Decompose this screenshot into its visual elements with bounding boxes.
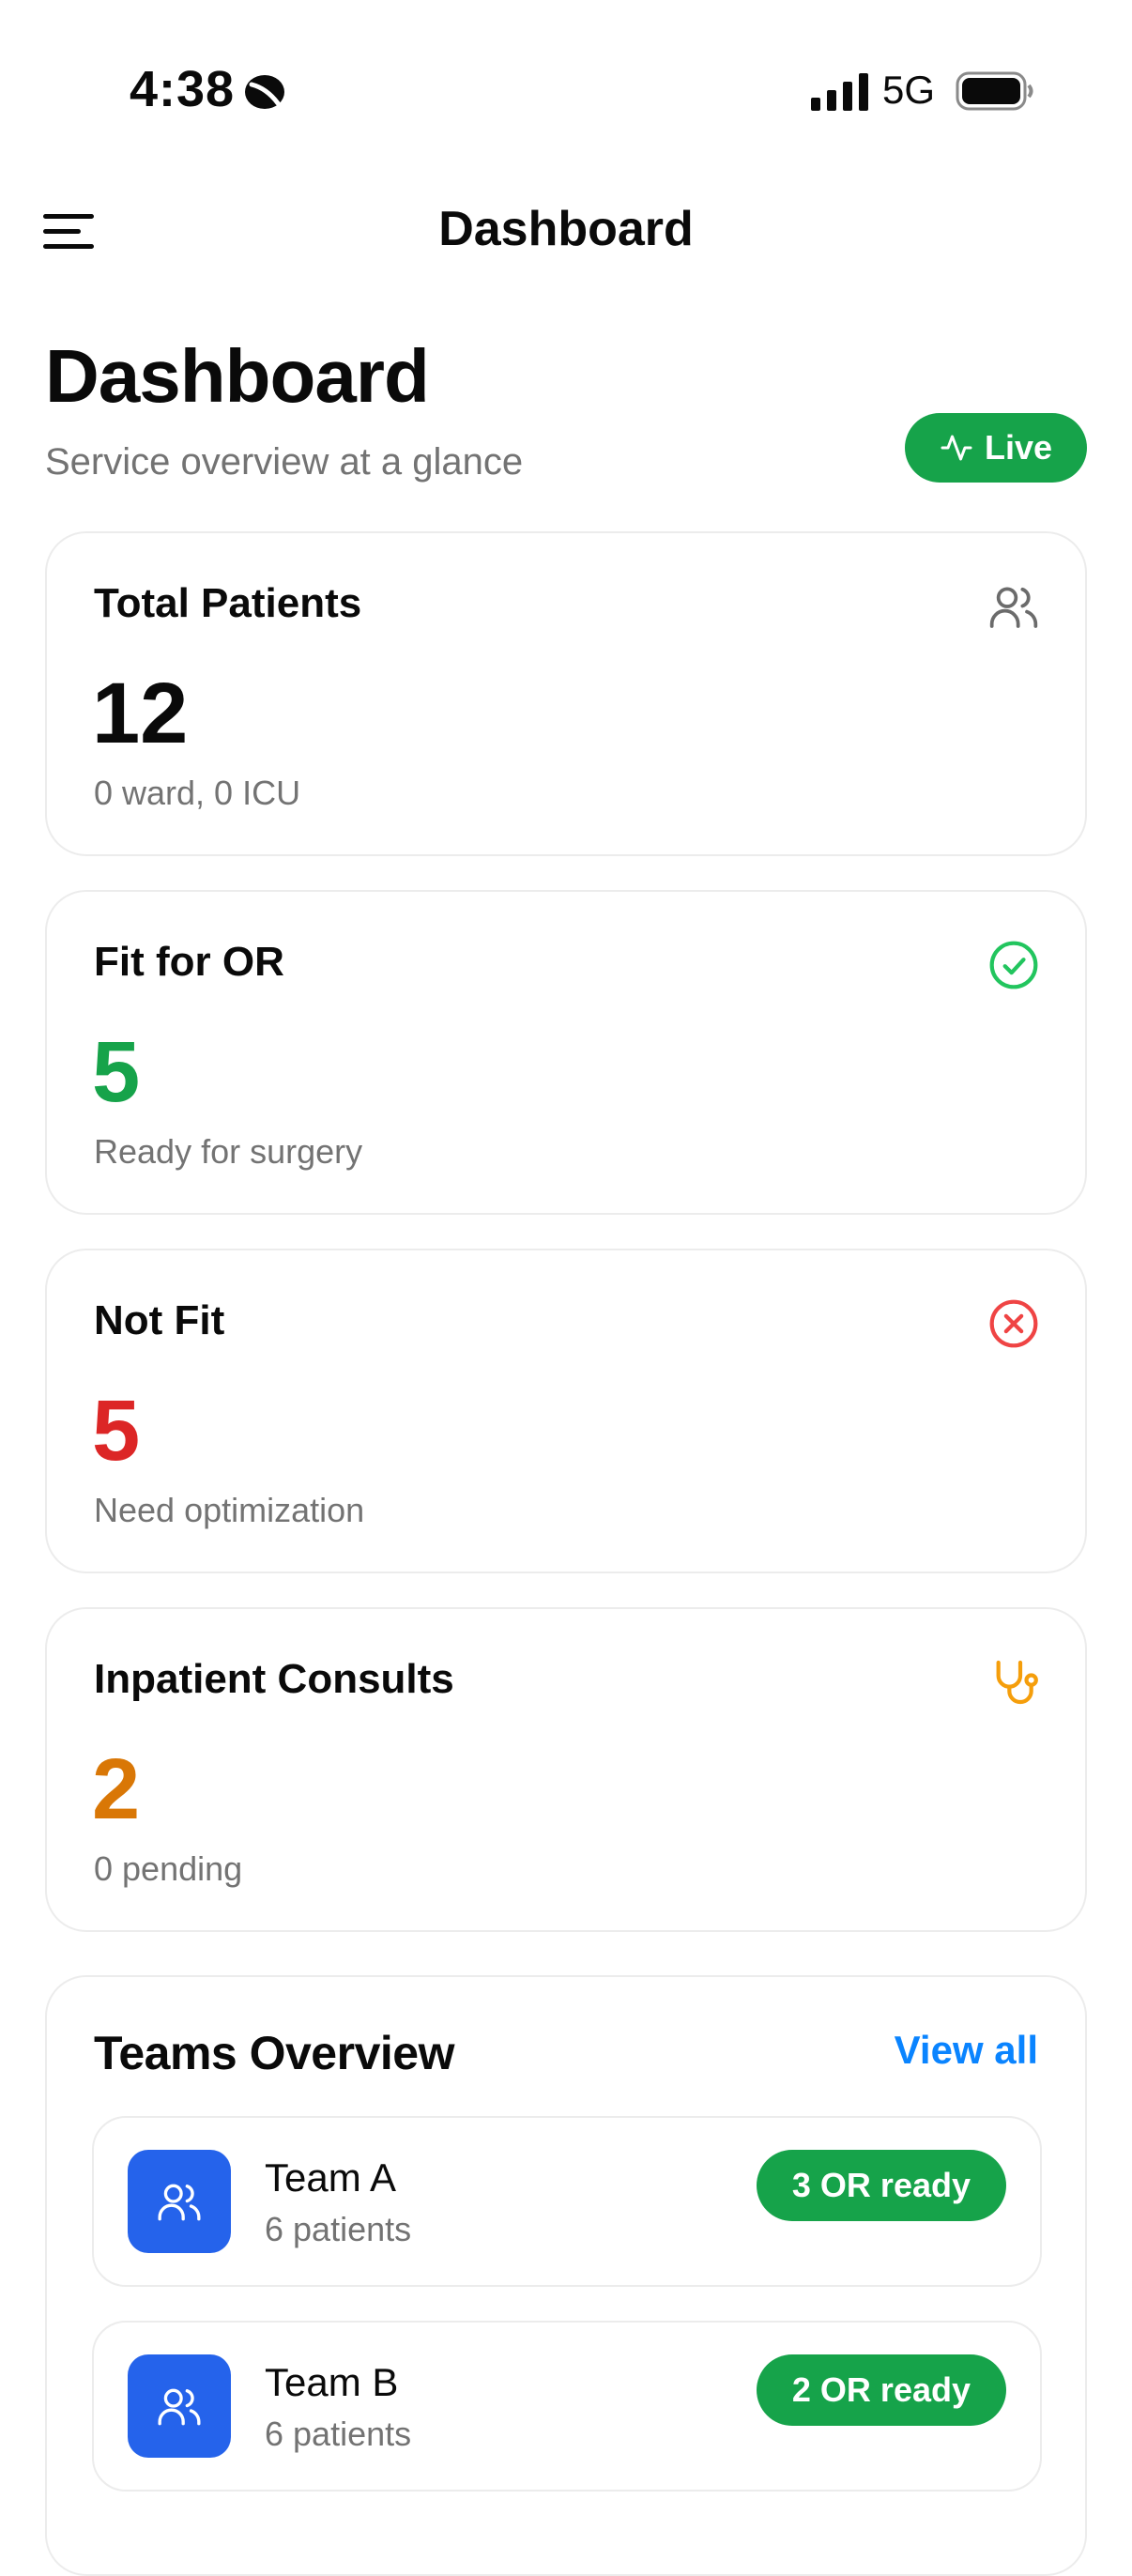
teams-title: Teams Overview (94, 2027, 454, 2079)
or-ready-badge: 3 OR ready (756, 2150, 1006, 2221)
network-label: 5G (882, 68, 936, 112)
live-label: Live (984, 428, 1053, 467)
team-avatar (128, 2150, 231, 2253)
users-icon (158, 2184, 201, 2221)
stat-value: 2 (92, 1741, 141, 1837)
stat-card-total-patients[interactable]: Total Patients 12 0 ward, 0 ICU (45, 531, 1087, 856)
users-icon (158, 2388, 201, 2426)
stat-label: Total Patients (94, 580, 362, 626)
status-bar: 4:38 5G (0, 0, 1132, 169)
page-subtitle: Service overview at a glance (45, 441, 524, 483)
stat-label: Not Fit (94, 1297, 225, 1343)
view-all-link[interactable]: View all (895, 2028, 1038, 2073)
nav-title: Dashboard (438, 202, 694, 256)
stat-value: 5 (92, 1383, 141, 1479)
check-circle-icon (989, 941, 1038, 989)
nav-bar: Dashboard (0, 178, 1132, 282)
teams-overview-card: Teams Overview View all Team A 6 patient… (45, 1975, 1087, 2576)
stat-value: 12 (92, 666, 189, 761)
team-row-team-b[interactable]: Team B 6 patients 2 OR ready (92, 2321, 1042, 2492)
team-patient-count: 6 patients (265, 2415, 412, 2453)
team-avatar (128, 2354, 231, 2458)
stat-card-fit-for-or[interactable]: Fit for OR 5 Ready for surgery (45, 890, 1087, 1215)
stat-subtext: 0 ward, 0 ICU (94, 774, 301, 812)
page-title: Dashboard (45, 334, 430, 418)
signal-icon (811, 73, 868, 111)
live-badge: Live (905, 413, 1087, 483)
status-time: 4:38 (130, 61, 236, 117)
team-name: Team B (265, 2360, 399, 2404)
stat-card-not-fit[interactable]: Not Fit 5 Need optimization (45, 1249, 1087, 1573)
team-patient-count: 6 patients (265, 2210, 412, 2248)
stat-card-inpatient-consults[interactable]: Inpatient Consults 2 0 pending (45, 1607, 1087, 1932)
moon-icon (245, 75, 284, 109)
stat-label: Fit for OR (94, 939, 284, 985)
stat-subtext: 0 pending (94, 1849, 243, 1888)
battery-icon (956, 71, 1033, 111)
users-icon (989, 587, 1038, 628)
stat-value: 5 (92, 1024, 141, 1120)
or-ready-badge: 2 OR ready (756, 2354, 1006, 2426)
team-name: Team A (265, 2155, 397, 2200)
x-circle-icon (989, 1299, 1038, 1348)
stethoscope-icon (996, 1660, 1038, 1705)
team-row-team-a[interactable]: Team A 6 patients 3 OR ready (92, 2116, 1042, 2287)
activity-icon (941, 435, 972, 461)
stat-subtext: Ready for surgery (94, 1132, 363, 1171)
stat-label: Inpatient Consults (94, 1656, 454, 1702)
stat-subtext: Need optimization (94, 1491, 365, 1529)
